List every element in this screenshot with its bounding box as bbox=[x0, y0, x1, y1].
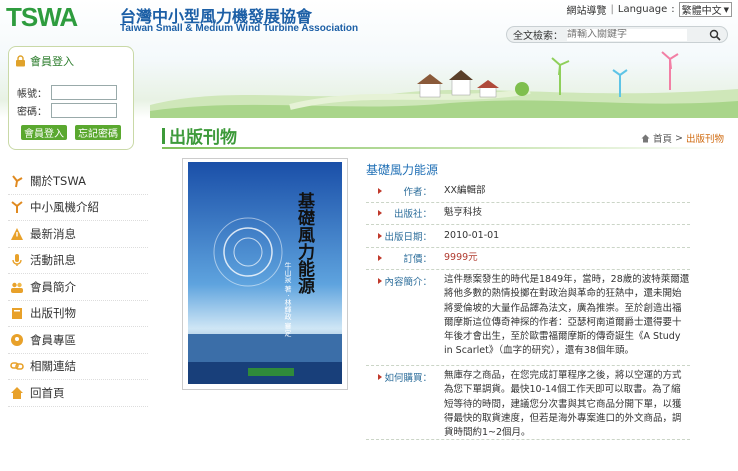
publisher-label: 出版社： bbox=[366, 206, 438, 220]
language-select[interactable]: 繁體中文 ▼ bbox=[678, 2, 732, 17]
cover-title: 基礎風力能源 bbox=[294, 191, 316, 295]
sidebar-item-label: 最新消息 bbox=[30, 226, 76, 241]
sidebar-item-news[interactable]: 最新消息 bbox=[8, 221, 148, 248]
sidebar-item-label: 活動訊息 bbox=[30, 253, 76, 268]
top-links: 網站導覽 | Language : 繁體中文 ▼ bbox=[567, 2, 732, 17]
breadcrumb-home[interactable]: 首頁 bbox=[653, 131, 672, 145]
search-bar: 全文檢索： bbox=[506, 26, 728, 43]
breadcrumb-current: 出版刊物 bbox=[685, 134, 724, 145]
chevron-down-icon: ▼ bbox=[723, 5, 729, 14]
sitemap-link[interactable]: 網站導覽 bbox=[567, 2, 607, 17]
login-title: 會員登入 bbox=[15, 53, 74, 69]
sidebar-item-home[interactable]: 回首頁 bbox=[8, 380, 148, 407]
publisher-value: 魁亨科技 bbox=[444, 207, 483, 219]
login-title-text: 會員登入 bbox=[30, 55, 74, 68]
language-selected: 繁體中文 bbox=[681, 6, 722, 17]
search-label: 全文檢索： bbox=[513, 31, 563, 42]
title-marker bbox=[162, 127, 165, 144]
page-title: 出版刊物 bbox=[162, 123, 237, 148]
info-row-author: 作者： XX編輯部 bbox=[366, 180, 690, 203]
sidebar-item-about[interactable]: 關於TSWA bbox=[8, 168, 148, 195]
search-input[interactable] bbox=[567, 28, 687, 41]
password-input[interactable] bbox=[51, 103, 117, 118]
account-input[interactable] bbox=[51, 85, 117, 100]
author-label: 作者： bbox=[366, 184, 438, 198]
account-label: 帳號： bbox=[17, 89, 47, 100]
info-row-price: 訂價： 9999元 bbox=[366, 248, 690, 270]
sidebar-item-label: 關於TSWA bbox=[30, 173, 86, 188]
book-info-table: 作者： XX編輯部 出版社： 魁亨科技 出版日期： 2010-01-01 訂價：… bbox=[366, 180, 690, 440]
home-icon bbox=[11, 386, 23, 399]
colon: : bbox=[671, 4, 675, 15]
sidebar-item-links[interactable]: 相關連結 bbox=[8, 354, 148, 380]
info-row-description: 內容簡介： 這件懸案發生的時代是1849年，當時，28歲的波特萊爾還將他多數的熱… bbox=[366, 270, 690, 366]
house-2 bbox=[449, 70, 473, 96]
price-value: 9999元 bbox=[444, 252, 478, 264]
info-row-publisher: 出版社： 魁亨科技 bbox=[366, 203, 690, 225]
sidebar-item-label: 回首頁 bbox=[30, 385, 65, 400]
windmill-icon bbox=[12, 175, 23, 187]
password-label: 密碼： bbox=[17, 107, 47, 118]
users-icon bbox=[11, 282, 23, 293]
purchase-label: 如何購買： bbox=[366, 369, 438, 384]
cover-authors: 牛山泉 著 · 林輝政 審定 bbox=[284, 261, 292, 337]
turbine-icon bbox=[11, 201, 23, 214]
login-button[interactable]: 會員登入 bbox=[21, 125, 67, 140]
description-value: 這件懸案發生的時代是1849年，當時，28歲的波特萊爾還將他多數的熱情投擲在對政… bbox=[444, 274, 690, 357]
account-row: 帳號： bbox=[17, 85, 117, 100]
breadcrumb-separator: > bbox=[675, 132, 683, 144]
link-icon bbox=[10, 362, 24, 371]
sidebar-item-publications[interactable]: 出版刊物 bbox=[8, 301, 148, 327]
windmill-2 bbox=[661, 51, 679, 90]
password-row: 密碼： bbox=[17, 103, 117, 118]
alert-icon bbox=[11, 227, 23, 240]
book-title: 基礎風力能源 bbox=[366, 163, 439, 177]
windmill-1 bbox=[551, 57, 570, 95]
house-3 bbox=[477, 80, 499, 98]
title-divider bbox=[162, 147, 730, 149]
book-icon bbox=[12, 308, 22, 320]
page-title-text: 出版刊物 bbox=[169, 128, 237, 148]
sidebar-item-members[interactable]: 會員簡介 bbox=[8, 274, 148, 301]
sidebar-item-label: 出版刊物 bbox=[30, 306, 76, 321]
windmill-3 bbox=[612, 69, 628, 97]
breadcrumb: 首頁 > 出版刊物 bbox=[641, 131, 724, 145]
microphone-icon bbox=[12, 254, 22, 267]
forgot-password-button[interactable]: 忘記密碼 bbox=[75, 125, 121, 140]
sidebar-item-events[interactable]: 活動訊息 bbox=[8, 248, 148, 274]
language-label: Language bbox=[617, 4, 668, 15]
price-label: 訂價： bbox=[366, 251, 438, 265]
logo-text: TSWA bbox=[6, 2, 78, 32]
sidebar-item-label: 會員專區 bbox=[30, 332, 76, 347]
search-icon bbox=[709, 29, 721, 41]
page: { "header": { "logo_mark": "TSWA", "logo… bbox=[0, 0, 738, 471]
date-label: 出版日期： bbox=[366, 229, 438, 243]
sidebar-item-label: 會員簡介 bbox=[30, 279, 76, 294]
info-row-date: 出版日期： 2010-01-01 bbox=[366, 225, 690, 248]
description-label: 內容簡介： bbox=[366, 273, 438, 288]
separator: | bbox=[610, 4, 614, 15]
home-icon bbox=[641, 134, 650, 142]
logo[interactable]: TSWA bbox=[6, 2, 78, 33]
login-box: 會員登入 帳號： 密碼： 會員登入 忘記密碼 bbox=[8, 46, 134, 150]
logo-english-name: Taiwan Small & Medium Wind Turbine Assoc… bbox=[120, 23, 359, 34]
sidebar-item-label: 中小風機介紹 bbox=[30, 200, 99, 215]
book-cover[interactable]: 基礎風力能源 牛山泉 著 · 林輝政 審定 bbox=[188, 162, 342, 384]
info-row-purchase: 如何購買： 無庫存之商品，在您完成訂單程序之後，將以空運的方式為您下單調貨。最快… bbox=[366, 366, 690, 440]
date-value: 2010-01-01 bbox=[444, 229, 500, 241]
sidebar-nav: 關於TSWA 中小風機介紹 最新消息 活動訊息 會員簡介 出版刊物 會員專區 相… bbox=[8, 168, 148, 407]
purchase-value: 無庫存之商品，在您完成訂單程序之後，將以空運的方式為您下單調貨。最快10-14個… bbox=[444, 370, 682, 438]
sidebar-item-turbines[interactable]: 中小風機介紹 bbox=[8, 195, 148, 221]
tree bbox=[515, 82, 529, 96]
lock-icon bbox=[16, 55, 25, 67]
sidebar-item-label: 相關連結 bbox=[30, 359, 76, 374]
sidebar-item-member-area[interactable]: 會員專區 bbox=[8, 327, 148, 354]
member-icon bbox=[11, 333, 23, 346]
house-1 bbox=[417, 74, 443, 98]
header-scenery bbox=[150, 51, 738, 118]
search-button[interactable] bbox=[709, 29, 721, 41]
author-value: XX編輯部 bbox=[444, 184, 486, 196]
